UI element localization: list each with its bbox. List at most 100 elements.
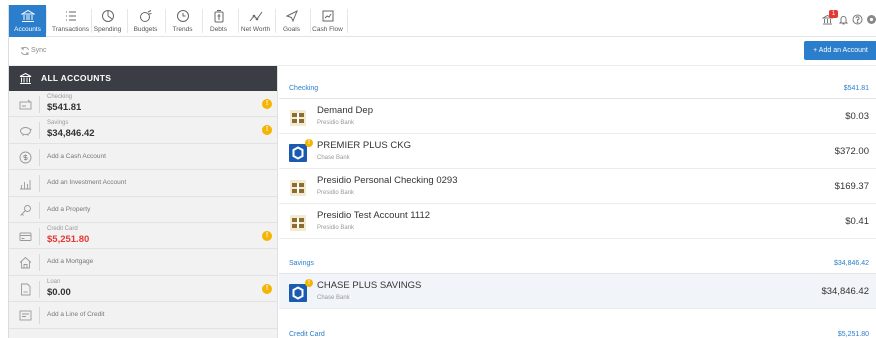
account-balance: $0.41	[845, 216, 869, 227]
account-balance: $372.00	[834, 146, 869, 157]
section-label: Savings	[289, 260, 314, 267]
sidebar-item-credit-card[interactable]: Credit Card $5,251.80 !	[9, 223, 277, 250]
checkbook-icon	[19, 99, 32, 110]
section-checking-header[interactable]: Checking $541.81	[279, 77, 876, 99]
account-name: Presidio Test Account 1112	[317, 210, 431, 221]
account-row[interactable]: ! PREMIER PLUS CKG Chase Bank $372.00	[279, 134, 876, 169]
nav-debts[interactable]: Debts	[200, 5, 237, 37]
goal-icon	[285, 9, 298, 23]
add-account-button[interactable]: + Add an Account	[804, 41, 876, 60]
section-label: Credit Card	[289, 331, 325, 338]
divider	[39, 227, 40, 245]
pie-icon	[101, 10, 114, 22]
statement-icon	[19, 310, 32, 321]
bank-name: Presidio Bank	[317, 190, 355, 196]
section-total: $541.81	[843, 85, 869, 92]
section-total: $34,846.42	[833, 260, 869, 267]
all-accounts-header[interactable]: ALL ACCOUNTS	[9, 66, 277, 91]
account-row[interactable]: Presidio Personal Checking 0293 Presidio…	[279, 169, 876, 204]
sidebar-item-add-property[interactable]: Add a Property	[9, 197, 277, 223]
help-icon[interactable]	[852, 14, 863, 25]
credit-card-icon	[19, 232, 32, 241]
cashflow-icon	[322, 10, 333, 22]
divider	[39, 280, 40, 298]
sidebar-item-checking[interactable]: Checking $541.81 !	[9, 91, 277, 118]
sidebar-item-amount: $0.00	[47, 286, 71, 298]
nav-label: Cash Flow	[312, 26, 343, 33]
nav-label: Spending	[93, 26, 122, 33]
nav-spending[interactable]: Spending	[89, 5, 126, 37]
piggy-bank-icon	[20, 127, 32, 137]
section-credit-card-header[interactable]: Credit Card $5,251.80	[279, 323, 876, 338]
account-balance: $0.03	[845, 111, 869, 122]
section-savings-header[interactable]: Savings $34,846.42	[279, 252, 876, 274]
add-mortgage-link[interactable]: Add a Mortgage	[47, 258, 93, 265]
divider	[39, 254, 40, 272]
sync-button[interactable]: Sync	[31, 47, 47, 54]
bank-name: Chase Bank	[317, 155, 350, 161]
nav-cash-flow[interactable]: Cash Flow	[309, 5, 346, 37]
section-label: Checking	[289, 85, 319, 92]
line-icon	[249, 11, 262, 22]
section-total: $5,251.80	[837, 331, 869, 338]
sidebar-item-add-mortgage[interactable]: Add a Mortgage	[9, 249, 277, 276]
warning-icon[interactable]: !	[262, 230, 272, 241]
list-icon	[65, 11, 76, 21]
bank-icon	[20, 9, 35, 22]
add-line-of-credit-link[interactable]: Add a Line of Credit	[47, 311, 104, 318]
divider	[39, 201, 40, 219]
presidio-bank-logo-icon	[290, 180, 306, 196]
key-icon	[20, 204, 31, 216]
nav-divider	[347, 9, 348, 33]
sidebar-item-add-cash[interactable]: Add a Cash Account	[9, 144, 277, 171]
nav-label: Budgets	[133, 26, 158, 33]
account-name: Presidio Personal Checking 0293	[317, 175, 458, 186]
nav-accounts[interactable]: Accounts	[9, 5, 46, 37]
warning-icon[interactable]: !	[305, 279, 313, 287]
account-row[interactable]: Demand Dep Presidio Bank $0.03	[279, 99, 876, 134]
divider	[39, 96, 40, 113]
sidebar-item-savings[interactable]: Savings $34,846.42 !	[9, 117, 277, 144]
warning-icon[interactable]: !	[262, 99, 272, 109]
sidebar-item-add-line-of-credit[interactable]: Add a Line of Credit	[9, 302, 277, 329]
gear-icon[interactable]	[866, 14, 876, 25]
sidebar-item-loan[interactable]: Loan $0.00 !	[9, 276, 277, 303]
bank-name: Presidio Bank	[317, 225, 355, 231]
top-nav: Accounts Transactions Spending Budgets T…	[9, 5, 876, 37]
nav-label: Trends	[172, 26, 193, 33]
nav-trends[interactable]: Trends	[164, 5, 201, 37]
chase-bank-logo-icon	[289, 144, 307, 162]
nav-budgets[interactable]: Budgets	[127, 5, 164, 37]
warning-icon[interactable]: !	[305, 139, 313, 147]
sidebar-item-caption: Credit Card	[47, 225, 78, 232]
bell-icon[interactable]	[838, 14, 849, 25]
divider	[39, 148, 40, 166]
presidio-bank-logo-icon	[290, 110, 306, 126]
nav-net-worth[interactable]: Net Worth	[237, 5, 274, 37]
dollar-icon	[19, 151, 32, 164]
sidebar-item-caption: Loan	[47, 278, 61, 285]
sidebar-item-amount: $5,251.80	[47, 233, 90, 245]
warning-icon[interactable]: !	[262, 283, 272, 294]
sync-icon[interactable]	[20, 46, 30, 56]
nav-label: Debts	[210, 26, 227, 33]
alert-count-badge: 1	[829, 10, 838, 18]
account-name: Demand Dep	[317, 105, 373, 116]
account-row[interactable]: Presidio Test Account 1112 Presidio Bank…	[279, 204, 876, 239]
account-name: CHASE PLUS SAVINGS	[317, 280, 422, 291]
bank-name: Chase Bank	[317, 295, 350, 301]
account-row[interactable]: ! CHASE PLUS SAVINGS Chase Bank $34,846.…	[279, 274, 876, 309]
add-cash-account-link[interactable]: Add a Cash Account	[47, 153, 106, 160]
sidebar-item-caption: Checking	[47, 94, 73, 100]
add-property-link[interactable]: Add a Property	[47, 206, 90, 213]
clock-icon	[176, 10, 189, 22]
budget-icon	[139, 10, 152, 22]
account-name: PREMIER PLUS CKG	[317, 140, 411, 151]
nav-transactions[interactable]: Transactions	[52, 5, 89, 37]
sidebar-item-add-investment[interactable]: Add an Investment Account	[9, 170, 277, 197]
warning-icon[interactable]: !	[262, 125, 272, 136]
add-investment-account-link[interactable]: Add an Investment Account	[47, 179, 126, 186]
document-icon	[21, 283, 31, 296]
nav-goals[interactable]: Goals	[273, 5, 310, 37]
sidebar-item-amount: $34,846.42	[47, 128, 95, 140]
